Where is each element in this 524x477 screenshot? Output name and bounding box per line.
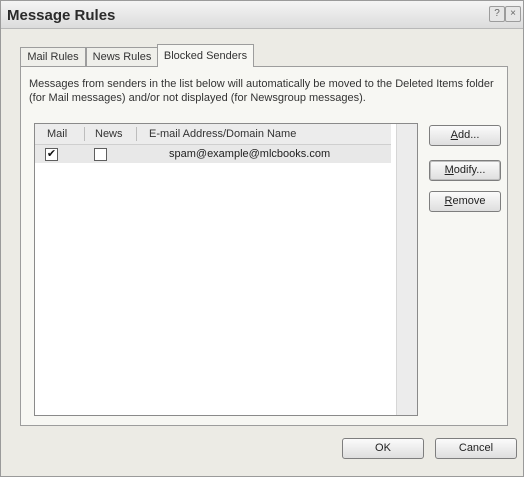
column-header-address[interactable]: E-mail Address/Domain Name [149,124,296,144]
remove-button-label: emove [452,195,486,207]
add-button[interactable]: Add... [429,125,501,146]
column-header-news[interactable]: News [95,124,123,144]
cancel-button[interactable]: Cancel [435,438,517,459]
address-cell: spam@example@mlcbooks.com [169,148,331,160]
blocked-senders-list[interactable]: Mail News E-mail Address/Domain Name ✔ s… [34,123,418,416]
list-item[interactable]: ✔ spam@example@mlcbooks.com [35,145,391,163]
remove-button[interactable]: Remove [429,191,501,212]
help-icon[interactable]: ? [489,6,505,22]
column-separator[interactable] [136,127,137,141]
vertical-scrollbar[interactable] [396,124,417,415]
add-button-label: dd... [457,129,480,141]
modify-button-mnemonic: M [444,164,454,176]
mail-blocked-checkbox[interactable]: ✔ [45,148,58,161]
add-button-mnemonic: A [450,129,458,141]
list-header: Mail News E-mail Address/Domain Name [35,124,391,145]
modify-button-label: odify... [453,164,486,176]
dialog-title: Message Rules [7,7,116,24]
modify-button[interactable]: Modify... [429,160,501,181]
description-text: Messages from senders in the list below … [29,78,494,104]
news-blocked-checkbox[interactable] [94,148,107,161]
close-icon[interactable]: × [505,6,521,22]
tab-news-rules[interactable]: News Rules [86,47,158,67]
tab-blocked-senders[interactable]: Blocked Senders [157,44,254,67]
ok-button[interactable]: OK [342,438,424,459]
tab-mail-rules[interactable]: Mail Rules [20,47,86,67]
column-header-mail[interactable]: Mail [47,124,67,144]
column-separator[interactable] [84,127,85,141]
blocked-senders-panel: Messages from senders in the list below … [20,66,508,426]
title-bar[interactable]: Message Rules ? × [1,1,523,29]
message-rules-dialog: Message Rules ? × Mail Rules News Rules … [0,0,524,477]
